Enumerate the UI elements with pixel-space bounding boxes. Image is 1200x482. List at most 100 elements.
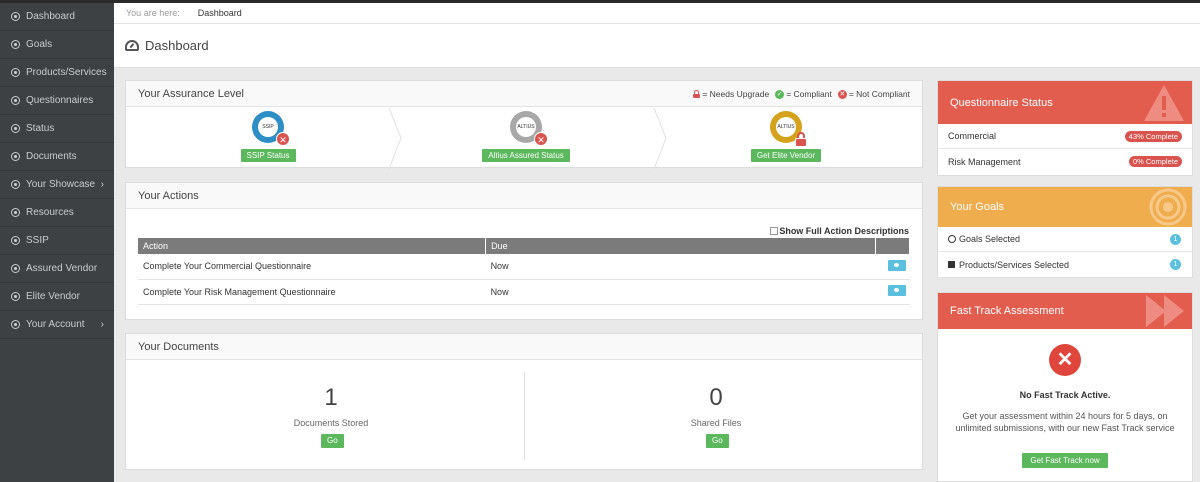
questionnaire-row-commercial[interactable]: Commercial 43% Complete [938, 124, 1192, 149]
check-circle-icon: ✓ [775, 89, 785, 99]
fast-track-header: Fast Track Assessment [938, 293, 1192, 329]
sidebar-item-label: Products/Services [26, 67, 107, 78]
questionnaire-label: Commercial [948, 131, 997, 141]
warning-icon [1144, 85, 1184, 121]
documents-panel: Your Documents 1 Documents Stored Go 0 S… [125, 333, 923, 470]
circle-dot-icon [11, 208, 20, 217]
fast-track-title: Fast Track Assessment [950, 305, 1064, 317]
sidebar-item-your-account[interactable]: Your Account › [0, 311, 114, 339]
dashboard-gauge-icon [125, 40, 139, 51]
altius-assured-status-button[interactable]: Altius Assured Status [482, 149, 570, 162]
sidebar-item-label: Assured Vendor [26, 263, 98, 274]
sidebar-item-label: Questionnaires [26, 95, 94, 106]
ssip-status-button[interactable]: SSIP Status [240, 149, 296, 162]
altius-assured-badge: ALTIUS ✕ Altius Assured Status [476, 108, 576, 169]
circle-dot-icon [11, 152, 20, 161]
eye-icon[interactable] [888, 259, 907, 271]
sidebar-item-products-services[interactable]: Products/Services [0, 59, 114, 87]
sidebar-item-label: Your Showcase [26, 179, 96, 190]
goals-title: Your Goals [950, 201, 1005, 213]
sidebar-item-questionnaires[interactable]: Questionnaires [0, 87, 114, 115]
legend-needs-upgrade: = Needs Upgrade [702, 89, 770, 99]
completion-badge: 43% Complete [1124, 131, 1182, 142]
shared-files-count: 0 [709, 384, 723, 411]
sidebar-item-label: Dashboard [26, 11, 75, 22]
goals-header: Your Goals [938, 187, 1192, 227]
get-fast-track-button[interactable]: Get Fast Track now [1022, 453, 1108, 468]
actions-table: Action Due Complete Your Commercial Ques… [138, 238, 911, 305]
lock-icon [794, 132, 808, 147]
breadcrumb: You are here: Dashboard [114, 3, 1200, 24]
goals-selected-row[interactable]: Goals Selected 1 [938, 227, 1192, 252]
assurance-legend: = Needs Upgrade ✓ = Compliant ✕ = Not Comp… [687, 89, 910, 99]
sidebar-item-dashboard[interactable]: Dashboard [0, 3, 114, 31]
products-services-selected-row[interactable]: Products/Services Selected 1 [938, 252, 1192, 277]
divider-arrow [653, 108, 667, 169]
circle-dot-icon [11, 264, 20, 273]
column-header-view [875, 238, 911, 254]
questionnaire-label: Risk Management [948, 156, 1021, 167]
altius-seal-icon: ALTIUS ✕ [510, 111, 548, 146]
sidebar-item-label: Goals [26, 39, 53, 50]
action-cell: Complete Your Commercial Questionnaire [138, 254, 486, 280]
fast-forward-icon [1146, 295, 1184, 327]
altius-elite-seal-icon: ALTIUS [770, 111, 807, 147]
column-header-action[interactable]: Action [138, 238, 487, 254]
sidebar-item-goals[interactable]: Goals [0, 31, 114, 59]
sidebar-item-documents[interactable]: Documents [0, 143, 114, 171]
target-icon [1149, 188, 1187, 226]
actions-panel: Your Actions Show Full Action Descriptio… [125, 182, 923, 320]
sidebar-item-assured-vendor[interactable]: Assured Vendor [0, 255, 114, 283]
questionnaire-row-risk-management[interactable]: Risk Management 0% Complete [938, 149, 1192, 174]
fast-track-description: Get your assessment within 24 hours for … [955, 411, 1175, 433]
goals-selected-label: Goals Selected [959, 234, 1021, 244]
due-cell: Now [485, 254, 876, 280]
column-header-due[interactable]: Due [485, 238, 876, 254]
sidebar-item-elite-vendor[interactable]: Elite Vendor [0, 283, 114, 311]
questionnaire-status-header: Questionnaire Status [938, 81, 1192, 124]
get-elite-vendor-button[interactable]: Get Elite Vendor [750, 149, 822, 162]
x-circle-icon: ✕ [276, 132, 290, 146]
main-content: You are here: Dashboard Dashboard Your A… [114, 3, 1200, 482]
sidebar-item-status[interactable]: Status [0, 115, 114, 143]
divider [524, 372, 525, 460]
circle-dot-icon [11, 68, 20, 77]
show-descriptions-toggle[interactable]: Show Full Action Descriptions [770, 226, 909, 236]
breadcrumb-current[interactable]: Dashboard [198, 8, 242, 18]
due-cell: Now [485, 279, 876, 305]
documents-title: Your Documents [126, 334, 922, 360]
chevron-right-icon: › [100, 179, 104, 190]
eye-icon[interactable] [888, 285, 907, 296]
circle-dot-icon [11, 12, 20, 21]
legend-not-compliant: = Not Compliant [848, 89, 910, 99]
table-row: Complete Your Risk Management Questionna… [138, 279, 910, 305]
sidebar-item-label: Documents [26, 151, 77, 162]
action-cell: Complete Your Risk Management Questionna… [138, 279, 486, 305]
sidebar-item-your-showcase[interactable]: Your Showcase › [0, 171, 114, 199]
circle-dot-icon [11, 236, 20, 245]
sidebar-item-ssip[interactable]: SSIP [0, 227, 114, 255]
completion-badge: 0% Complete [1128, 156, 1182, 167]
sidebar-item-label: Elite Vendor [26, 291, 80, 302]
ssip-seal-icon: SSIP ✕ [252, 111, 290, 146]
x-circle-icon: ✕ [534, 132, 548, 146]
circle-dot-icon [11, 320, 20, 329]
documents-stored-go-button[interactable]: Go [321, 434, 344, 448]
legend-compliant: = Compliant [786, 89, 832, 99]
ssip-badge: SSIP ✕ SSIP Status [238, 108, 298, 169]
circle-dot-icon [11, 180, 20, 189]
show-descriptions-checkbox[interactable] [770, 227, 779, 235]
shared-files-go-button[interactable]: Go [706, 434, 729, 448]
archive-box-icon [948, 261, 955, 268]
x-circle-icon: ✕ [837, 89, 847, 99]
circle-dot-icon [948, 235, 956, 243]
lock-icon [693, 90, 701, 98]
documents-stored-count: 1 [324, 384, 338, 411]
goals-panel: Your Goals Goals Selected 1 Products/Ser… [937, 186, 1193, 278]
sidebar-item-label: Your Account [26, 319, 85, 330]
divider-arrow [388, 108, 402, 169]
sidebar-item-resources[interactable]: Resources [0, 199, 114, 227]
fast-track-panel: Fast Track Assessment ✕ No Fast Track Ac… [937, 292, 1193, 482]
sidebar: Dashboard Goals Products/Services Questionn… [0, 3, 114, 482]
top-bar [0, 0, 1200, 3]
